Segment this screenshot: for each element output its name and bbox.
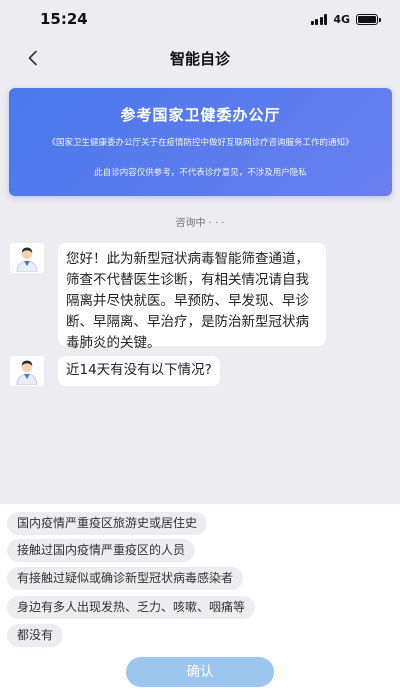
battery-icon (356, 13, 381, 25)
status-indicators: 4G (310, 12, 381, 26)
option-chip[interactable]: 都没有 (7, 624, 64, 647)
nav-bar: 智能自诊 (0, 40, 400, 76)
doctor-avatar (10, 243, 44, 273)
banner-note: 此自诊内容仅供参考，不代表诊疗意见，不涉及用户隐私 (94, 168, 307, 178)
back-button[interactable] (22, 47, 44, 69)
doctor-avatar-icon (16, 247, 38, 272)
status-time: 15:24 (40, 10, 88, 28)
option-chip[interactable]: 国内疫情严重疫区旅游史或居住史 (7, 512, 208, 535)
page-title: 智能自诊 (169, 49, 230, 68)
consulting-status: 咨询中 · · · (175, 218, 225, 229)
option-chip[interactable]: 有接触过疑似或确诊新型冠状病毒感染者 (7, 567, 244, 590)
message-bubble: 您好！此为新型冠状病毒智能筛查通道，筛查不代替医生诊断，有相关情况请自我隔离并尽… (58, 243, 326, 351)
banner-subtitle: 《国家卫生健康委办公厅关于在疫情防控中做好互联网诊疗咨询服务工作的通知》 (47, 138, 354, 148)
signal-icon (310, 13, 328, 25)
info-banner: 参考国家卫健委办公厅 《国家卫生健康委办公厅关于在疫情防控中做好互联网诊疗咨询服… (9, 88, 392, 196)
option-chip[interactable]: 接触过国内疫情严重疫区的人员 (7, 539, 196, 562)
network-type: 4G (333, 12, 350, 26)
chevron-left-icon (28, 50, 37, 66)
chat-message: 近14天有没有以下情况? (10, 356, 220, 386)
doctor-avatar (10, 356, 44, 386)
chat-message: 您好！此为新型冠状病毒智能筛查通道，筛查不代替医生诊断，有相关情况请自我隔离并尽… (10, 243, 326, 351)
confirm-button[interactable]: 确认 (126, 657, 274, 687)
battery-level (358, 15, 376, 23)
status-bar: 15:24 4G (0, 0, 400, 38)
doctor-avatar-icon (16, 360, 38, 385)
options-panel: 国内疫情严重疫区旅游史或居住史 接触过国内疫情严重疫区的人员 有接触过疑似或确诊… (0, 504, 400, 700)
banner-title: 参考国家卫健委办公厅 (120, 106, 281, 124)
option-chip[interactable]: 身边有多人出现发热、乏力、咳嗽、咽痛等 (7, 596, 256, 619)
message-bubble: 近14天有没有以下情况? (58, 356, 220, 386)
